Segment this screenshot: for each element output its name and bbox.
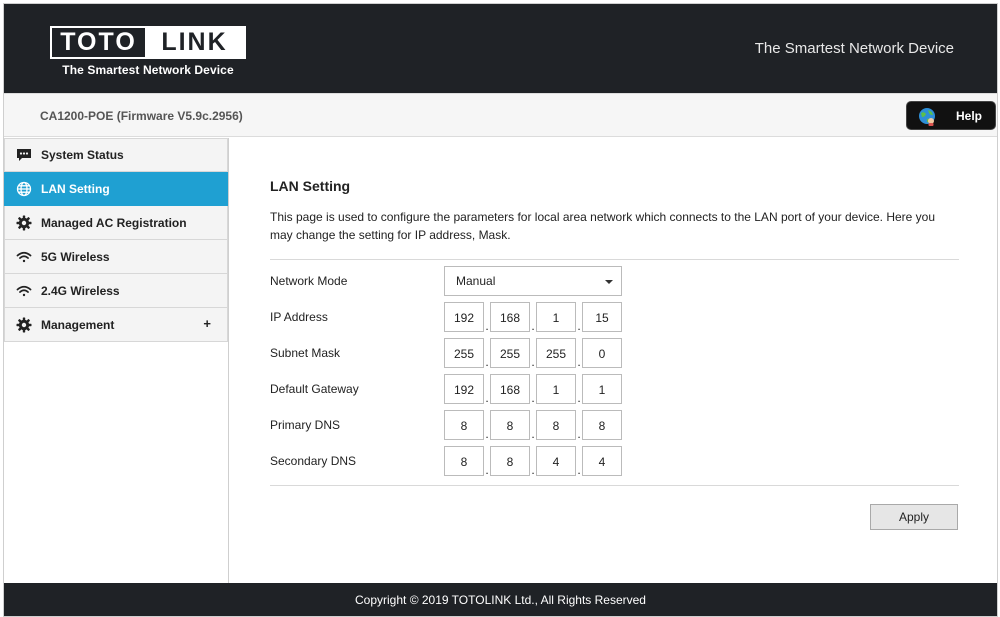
sidebar-item-lan-setting[interactable]: LAN Setting <box>4 172 228 206</box>
logo-link-text: LINK <box>145 28 244 57</box>
apply-button[interactable]: Apply <box>870 504 958 530</box>
network-mode-value: Manual <box>456 274 496 288</box>
device-info-bar: CA1200-POE (Firmware V5.9c.2956) Help <box>4 93 997 137</box>
ip-address-octet-1[interactable]: 192 <box>444 302 484 332</box>
default-gateway-input-group: 192 . 168 . 1 . 1 <box>444 374 622 404</box>
copyright-text: Copyright © 2019 TOTOLINK Ltd., All Righ… <box>355 592 646 607</box>
primary-dns-octet-1[interactable]: 8 <box>444 410 484 440</box>
router-admin-window: TOTO LINK The Smartest Network Device Th… <box>3 3 998 617</box>
default-gateway-label: Default Gateway <box>270 382 359 396</box>
sidebar-item-label: 5G Wireless <box>41 249 110 264</box>
wifi-icon <box>15 248 33 266</box>
chat-icon <box>15 146 33 164</box>
page-title: LAN Setting <box>270 178 351 194</box>
default-gateway-octet-4[interactable]: 1 <box>582 374 622 404</box>
subnet-mask-row: Subnet Mask 255 . 255 . 255 . 0 <box>270 338 622 368</box>
ip-address-input-group: 192 . 168 . 1 . 15 <box>444 302 622 332</box>
primary-dns-octet-2[interactable]: 8 <box>490 410 530 440</box>
subnet-mask-input-group: 255 . 255 . 255 . 0 <box>444 338 622 368</box>
ip-address-row: IP Address 192 . 168 . 1 . 15 <box>270 302 622 332</box>
sidebar-item-label: Management <box>41 317 115 332</box>
sidebar-item-5g-wireless[interactable]: 5G Wireless <box>4 240 228 274</box>
primary-dns-input-group: 8 . 8 . 8 . 8 <box>444 410 622 440</box>
default-gateway-row: Default Gateway 192 . 168 . 1 . 1 <box>270 374 622 404</box>
header-slogan: The Smartest Network Device <box>754 40 954 57</box>
gear-icon <box>15 214 33 232</box>
logo-tagline: The Smartest Network Device <box>62 63 234 77</box>
main-content: LAN Setting This page is used to configu… <box>230 138 997 583</box>
primary-dns-label: Primary DNS <box>270 418 341 432</box>
ip-address-label: IP Address <box>270 310 328 324</box>
device-firmware-label: CA1200-POE (Firmware V5.9c.2956) <box>40 109 243 123</box>
sidebar-nav: System Status LAN Setting Managed AC Reg… <box>4 138 229 583</box>
secondary-dns-octet-1[interactable]: 8 <box>444 446 484 476</box>
help-label: Help <box>956 108 983 123</box>
page-description: This page is used to configure the param… <box>270 210 936 242</box>
default-gateway-octet-2[interactable]: 168 <box>490 374 530 404</box>
network-mode-select[interactable]: Manual <box>444 266 622 296</box>
network-mode-row: Network Mode Manual <box>270 266 622 296</box>
footer-bar: Copyright © 2019 TOTOLINK Ltd., All Righ… <box>4 583 997 616</box>
expand-plus-icon[interactable]: + <box>203 316 211 331</box>
caret-down-icon <box>605 280 613 284</box>
secondary-dns-input-group: 8 . 8 . 4 . 4 <box>444 446 622 476</box>
wifi-icon <box>15 282 33 300</box>
sidebar-item-label: 2.4G Wireless <box>41 283 120 298</box>
default-gateway-octet-3[interactable]: 1 <box>536 374 576 404</box>
subnet-mask-octet-2[interactable]: 255 <box>490 338 530 368</box>
primary-dns-octet-4[interactable]: 8 <box>582 410 622 440</box>
sidebar-item-label: System Status <box>41 148 124 162</box>
help-globe-icon <box>917 106 937 126</box>
subnet-mask-octet-4[interactable]: 0 <box>582 338 622 368</box>
logo-wordmark: TOTO LINK <box>50 26 246 59</box>
ip-address-octet-2[interactable]: 168 <box>490 302 530 332</box>
header-bar: TOTO LINK The Smartest Network Device Th… <box>4 4 997 93</box>
sidebar-item-managed-ac-registration[interactable]: Managed AC Registration <box>4 206 228 240</box>
subnet-mask-octet-1[interactable]: 255 <box>444 338 484 368</box>
secondary-dns-octet-2[interactable]: 8 <box>490 446 530 476</box>
totolink-logo: TOTO LINK The Smartest Network Device <box>50 26 246 82</box>
primary-dns-row: Primary DNS 8 . 8 . 8 . 8 <box>270 410 622 440</box>
secondary-dns-octet-4[interactable]: 4 <box>582 446 622 476</box>
ip-address-octet-3[interactable]: 1 <box>536 302 576 332</box>
ip-address-octet-4[interactable]: 15 <box>582 302 622 332</box>
secondary-dns-label: Secondary DNS <box>270 454 357 468</box>
gear-icon <box>15 316 33 334</box>
secondary-dns-row: Secondary DNS 8 . 8 . 4 . 4 <box>270 446 622 476</box>
network-mode-label: Network Mode <box>270 274 348 288</box>
subnet-mask-octet-3[interactable]: 255 <box>536 338 576 368</box>
sidebar-item-label: Managed AC Registration <box>41 215 187 230</box>
secondary-dns-octet-3[interactable]: 4 <box>536 446 576 476</box>
divider-top <box>270 259 959 260</box>
logo-toto-text: TOTO <box>52 28 145 57</box>
globe-icon <box>15 180 33 198</box>
sidebar-item-2-4g-wireless[interactable]: 2.4G Wireless <box>4 274 228 308</box>
primary-dns-octet-3[interactable]: 8 <box>536 410 576 440</box>
sidebar-item-label: LAN Setting <box>41 181 110 196</box>
help-button[interactable]: Help <box>906 101 996 130</box>
sidebar-item-management[interactable]: Management + <box>4 308 228 342</box>
sidebar-item-system-status[interactable]: System Status <box>4 138 228 172</box>
subnet-mask-label: Subnet Mask <box>270 346 341 360</box>
default-gateway-octet-1[interactable]: 192 <box>444 374 484 404</box>
divider-bottom <box>270 485 959 486</box>
